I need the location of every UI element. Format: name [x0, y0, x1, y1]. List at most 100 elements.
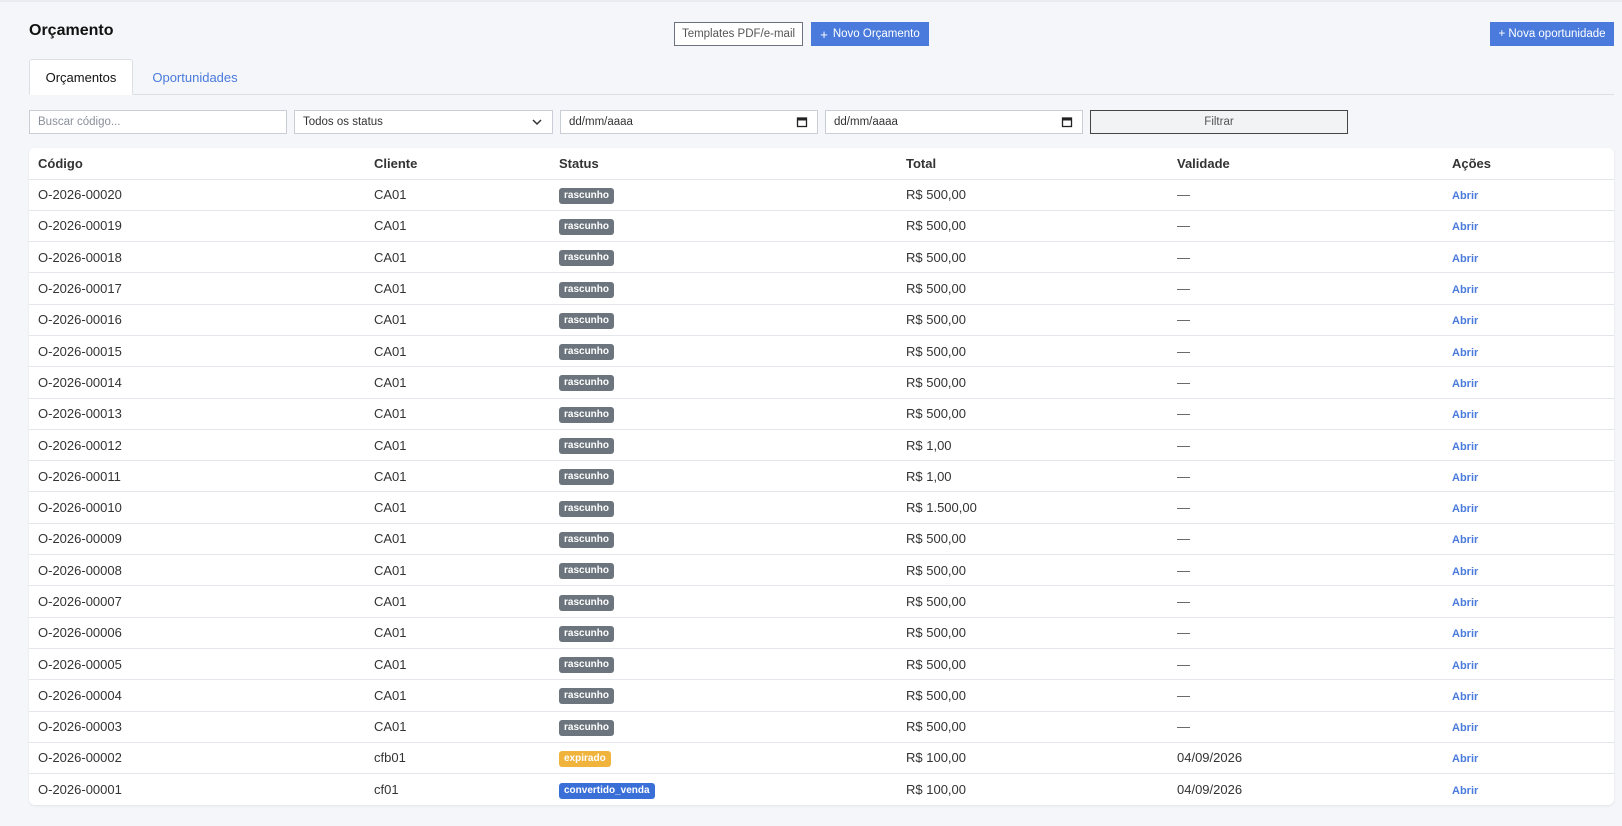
open-link[interactable]: Abrir — [1452, 785, 1478, 797]
tab-oportunidades[interactable]: Oportunidades — [133, 59, 257, 95]
open-link[interactable]: Abrir — [1452, 253, 1478, 265]
cell-actions: Abrir — [1443, 711, 1614, 743]
column-header-validade[interactable]: Validade — [1168, 148, 1443, 180]
cell-status: rascunho — [550, 272, 897, 305]
cell-status: rascunho — [550, 523, 897, 556]
table-row: O-2026-00019 CA01 rascunho R$ 500,00— Abrir — [29, 210, 1614, 243]
column-header-status[interactable]: Status — [550, 148, 897, 180]
tab-orcamentos[interactable]: Orçamentos — [29, 59, 133, 95]
cell-actions: Abrir — [1443, 742, 1614, 775]
cell-actions: Abrir — [1443, 554, 1614, 587]
cell-validity: — — [1168, 617, 1443, 649]
new-budget-button[interactable]: + Novo Orçamento — [811, 22, 929, 46]
cell-total: R$ 100,00 — [897, 742, 1168, 775]
open-link[interactable]: Abrir — [1452, 534, 1478, 546]
cell-client: CA01 — [365, 366, 550, 399]
budget-table: Código Cliente Status Total Validade Açõ… — [29, 148, 1614, 805]
open-link[interactable]: Abrir — [1452, 190, 1478, 202]
status-badge: rascunho — [559, 375, 615, 392]
open-link[interactable]: Abrir — [1452, 503, 1478, 515]
calendar-icon[interactable] — [796, 116, 808, 131]
cell-total: R$ 500,00 — [897, 585, 1168, 618]
cell-status: rascunho — [550, 711, 897, 743]
cell-client: CA01 — [365, 711, 550, 743]
cell-code: O-2026-00010 — [29, 491, 365, 524]
status-badge: rascunho — [559, 438, 615, 455]
cell-status: rascunho — [550, 241, 897, 274]
cell-status: rascunho — [550, 648, 897, 681]
status-select-value: Todos os status — [303, 116, 383, 128]
open-link[interactable]: Abrir — [1452, 691, 1478, 703]
open-link[interactable]: Abrir — [1452, 722, 1478, 734]
table-row: O-2026-00009 CA01 rascunho R$ 500,00— Abrir — [29, 523, 1614, 556]
cell-status: convertido_venda — [550, 774, 897, 805]
cell-actions: Abrir — [1443, 679, 1614, 712]
cell-validity: — — [1168, 648, 1443, 681]
cell-validity: — — [1168, 585, 1443, 618]
open-link[interactable]: Abrir — [1452, 284, 1478, 296]
column-header-codigo[interactable]: Código — [29, 148, 365, 180]
cell-actions: Abrir — [1443, 335, 1614, 368]
table-row: O-2026-00008 CA01 rascunho R$ 500,00— Abrir — [29, 554, 1614, 587]
new-opportunity-button[interactable]: + Nova oportunidade — [1490, 22, 1614, 46]
date-to-input[interactable]: dd/mm/aaaa — [825, 110, 1083, 134]
calendar-icon[interactable] — [1061, 116, 1073, 131]
search-input[interactable]: Buscar código... — [29, 110, 287, 134]
cell-actions: Abrir — [1443, 491, 1614, 524]
column-header-total[interactable]: Total — [897, 148, 1168, 180]
open-link[interactable]: Abrir — [1452, 597, 1478, 609]
table-row: O-2026-00006 CA01 rascunho R$ 500,00— Abrir — [29, 617, 1614, 649]
cell-status: rascunho — [550, 460, 897, 493]
cell-total: R$ 1,00 — [897, 429, 1168, 462]
cell-actions: Abrir — [1443, 241, 1614, 274]
open-link[interactable]: Abrir — [1452, 660, 1478, 672]
chevron-down-icon — [531, 116, 543, 131]
open-link[interactable]: Abrir — [1452, 378, 1478, 390]
status-badge: rascunho — [559, 500, 615, 517]
open-link[interactable]: Abrir — [1452, 472, 1478, 484]
status-badge: rascunho — [559, 657, 615, 674]
filter-button[interactable]: Filtrar — [1090, 110, 1348, 134]
open-link[interactable]: Abrir — [1452, 315, 1478, 327]
cell-total: R$ 500,00 — [897, 523, 1168, 556]
open-link[interactable]: Abrir — [1452, 409, 1478, 421]
cell-code: O-2026-00008 — [29, 554, 365, 587]
cell-client: CA01 — [365, 272, 550, 305]
table-row: O-2026-00013 CA01 rascunho R$ 500,00— Abrir — [29, 398, 1614, 430]
cell-validity: — — [1168, 711, 1443, 743]
status-badge: expirado — [559, 750, 611, 767]
cell-status: rascunho — [550, 585, 897, 618]
tab-bar: Orçamentos Oportunidades — [29, 59, 1614, 95]
cell-total: R$ 500,00 — [897, 648, 1168, 681]
cell-code: O-2026-00004 — [29, 679, 365, 712]
cell-code: O-2026-00007 — [29, 585, 365, 618]
status-select[interactable]: Todos os status — [294, 110, 553, 134]
column-header-cliente[interactable]: Cliente — [365, 148, 550, 180]
open-link[interactable]: Abrir — [1452, 347, 1478, 359]
cell-code: O-2026-00002 — [29, 742, 365, 775]
open-link[interactable]: Abrir — [1452, 628, 1478, 640]
cell-actions: Abrir — [1443, 429, 1614, 462]
status-badge: rascunho — [559, 594, 615, 611]
status-badge: rascunho — [559, 719, 615, 736]
cell-validity: — — [1168, 241, 1443, 274]
cell-total: R$ 500,00 — [897, 679, 1168, 712]
open-link[interactable]: Abrir — [1452, 566, 1478, 578]
table-row: O-2026-00016 CA01 rascunho R$ 500,00— Abrir — [29, 304, 1614, 336]
cell-total: R$ 100,00 — [906, 782, 966, 798]
cell-validity: — — [1168, 179, 1443, 211]
open-link[interactable]: Abrir — [1452, 221, 1478, 233]
table-row: O-2026-00010 CA01 rascunho R$ 1.500,00— Abri… — [29, 491, 1614, 524]
cell-code: O-2026-00006 — [29, 617, 365, 649]
cell-validity: — — [1168, 398, 1443, 430]
cell-total: R$ 1,00 — [897, 460, 1168, 493]
cell-validity: — — [1168, 523, 1443, 556]
cell-total: R$ 1.500,00 — [897, 491, 1168, 524]
cell-client: CA01 — [365, 617, 550, 649]
cell-total: R$ 500,00 — [897, 554, 1168, 587]
templates-button[interactable]: Templates PDF/e-mail — [674, 22, 803, 46]
table-row: O-2026-00015 CA01 rascunho R$ 500,00— Abrir — [29, 335, 1614, 368]
date-from-input[interactable]: dd/mm/aaaa — [560, 110, 818, 134]
open-link[interactable]: Abrir — [1452, 753, 1478, 765]
open-link[interactable]: Abrir — [1452, 441, 1478, 453]
